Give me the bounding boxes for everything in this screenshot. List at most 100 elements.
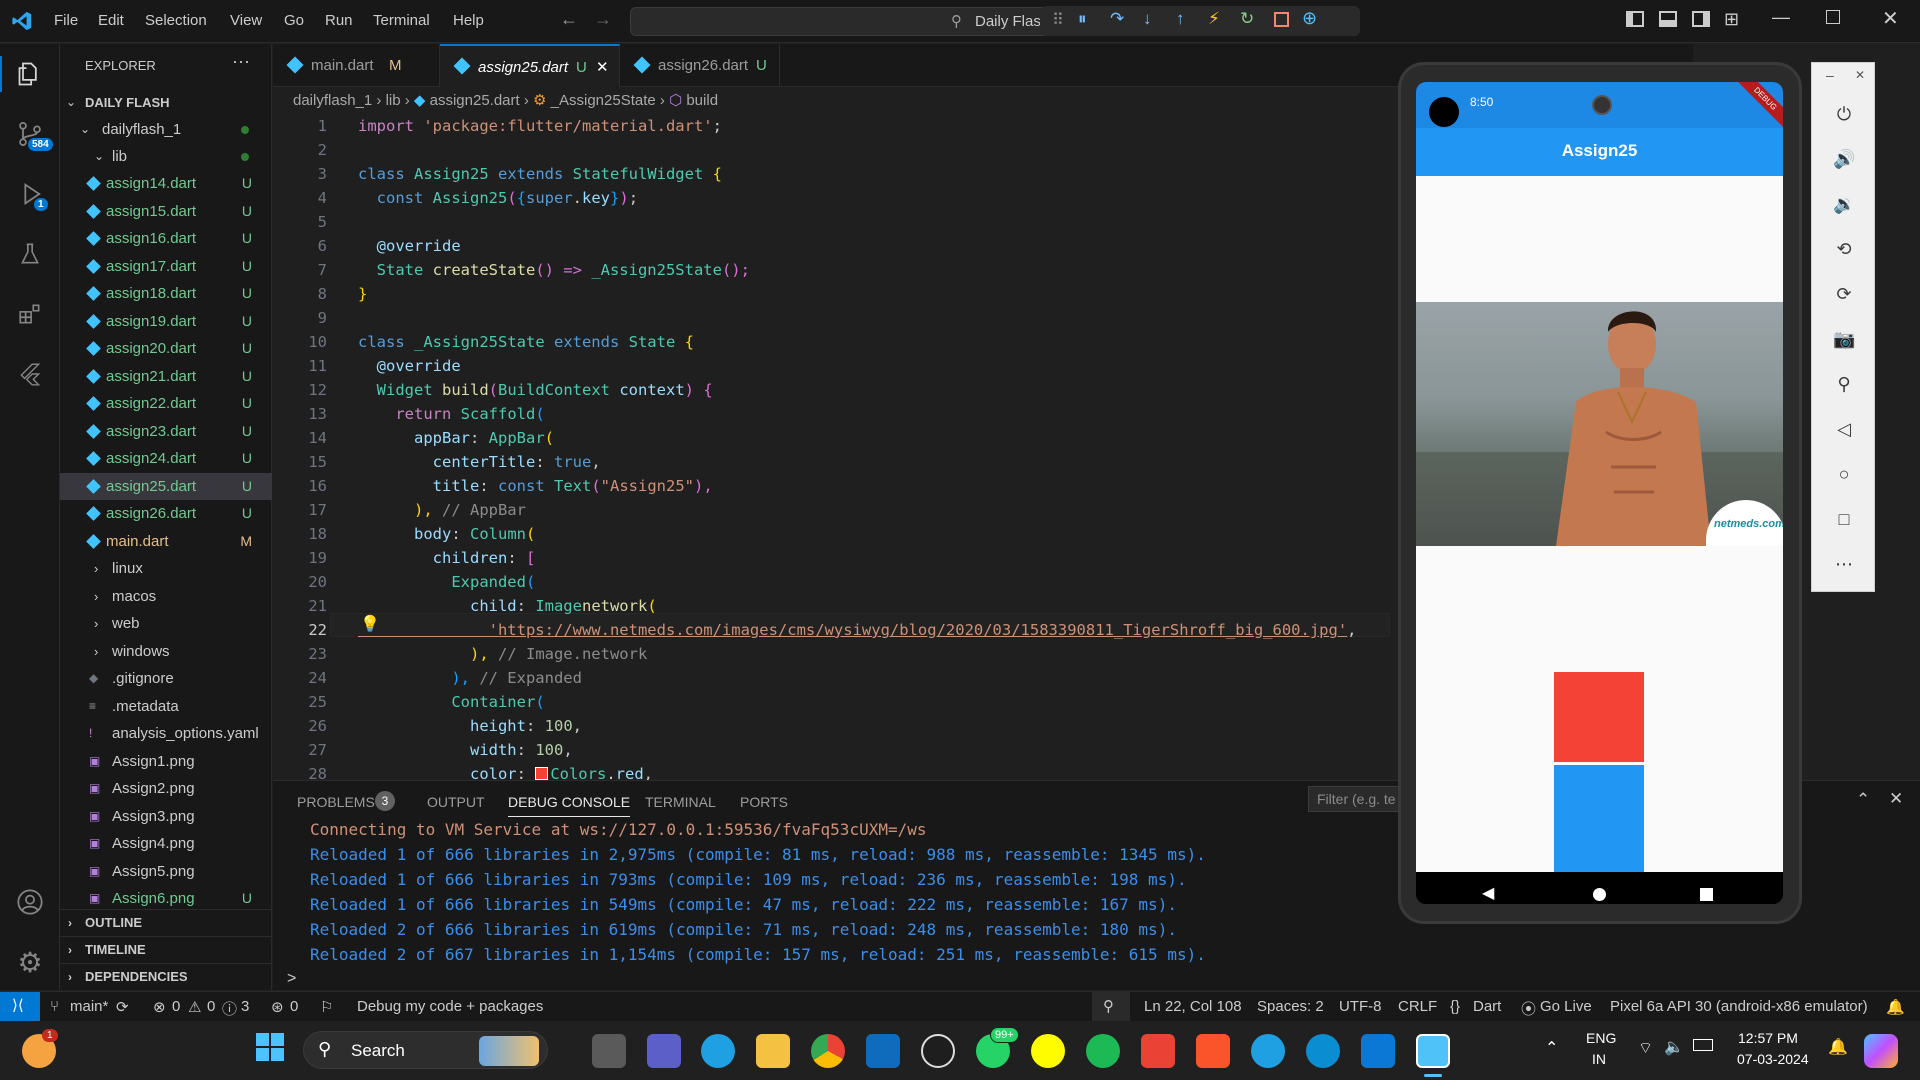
menu-edit[interactable]: Edit <box>98 12 124 29</box>
volume-up-icon[interactable]: 🔊 <box>1833 148 1855 170</box>
code-line-13[interactable]: return Scaffold( <box>358 402 544 426</box>
tab-assign25-dart[interactable]: assign25.dart U ✕ <box>440 44 620 87</box>
clock-time[interactable]: 12:57 PM <box>1738 1030 1798 1046</box>
back-icon[interactable]: ◁ <box>1833 418 1855 440</box>
file-item[interactable]: assign23.dart U <box>60 418 272 445</box>
breadcrumb-item[interactable]: dailyflash_1 <box>293 92 372 109</box>
code-line-19[interactable]: children: [ <box>358 546 536 570</box>
stop-icon[interactable] <box>1274 12 1289 27</box>
menu-go[interactable]: Go <box>284 12 304 29</box>
tab-output[interactable]: OUTPUT <box>427 794 485 810</box>
code-line-24[interactable]: ), // Expanded <box>358 666 582 690</box>
code-line-11[interactable]: @override <box>358 354 461 378</box>
nav-back-icon[interactable]: ◀ <box>1482 883 1494 903</box>
console-prompt[interactable]: > <box>287 970 296 988</box>
file-item[interactable]: assign21.dart U <box>60 363 272 390</box>
info-count[interactable]: 3 <box>241 998 249 1015</box>
rotate-right-icon[interactable]: ⟳ <box>1833 283 1855 305</box>
dell-icon[interactable] <box>921 1034 955 1068</box>
vscode-taskbar-icon[interactable] <box>1361 1034 1395 1068</box>
tray-chevron-icon[interactable]: ⌃ <box>1545 1038 1558 1058</box>
code-line-7[interactable]: State createState() => _Assign25State(); <box>358 258 750 282</box>
edge-icon[interactable] <box>701 1034 735 1068</box>
menu-help[interactable]: Help <box>453 12 484 29</box>
breadcrumb-item[interactable]: build <box>686 92 718 109</box>
edge-dev-icon[interactable] <box>1306 1034 1340 1068</box>
step-over-icon[interactable]: ↷ <box>1110 9 1124 29</box>
snapchat-icon[interactable] <box>1031 1034 1065 1068</box>
overview-icon[interactable]: □ <box>1833 508 1855 530</box>
taskbar-search[interactable]: ⚲ Search <box>303 1031 548 1069</box>
code-line-8[interactable]: } <box>358 282 367 306</box>
teams-icon[interactable] <box>647 1034 681 1068</box>
folder-lib[interactable]: ⌄ lib <box>60 143 272 170</box>
menu-run[interactable]: Run <box>325 12 353 29</box>
home-icon[interactable]: ○ <box>1833 463 1855 485</box>
timeline-section[interactable]: › TIMELINE <box>60 936 272 962</box>
tab-debug-console[interactable]: DEBUG CONSOLE <box>508 794 631 817</box>
restore-icon[interactable] <box>1826 10 1840 24</box>
close-tab-icon[interactable]: ✕ <box>596 46 609 89</box>
spotify-icon[interactable] <box>1086 1034 1120 1068</box>
code-line-17[interactable]: ), // AppBar <box>358 498 526 522</box>
emulator-taskbar-icon[interactable] <box>1416 1034 1450 1068</box>
file-item[interactable]: assign15.dart U <box>60 198 272 225</box>
close-window-icon[interactable]: ✕ <box>1882 6 1899 31</box>
file-item[interactable]: ▣ Assign6.png U <box>60 885 272 912</box>
file-item[interactable]: ▣ Assign4.png <box>60 830 272 857</box>
file-item[interactable]: main.dart M <box>60 528 272 555</box>
notifications-bell-icon[interactable]: 🔔 <box>1886 998 1905 1016</box>
tab-terminal[interactable]: TERMINAL <box>645 794 716 810</box>
language-region[interactable]: IN <box>1592 1051 1606 1067</box>
menu-view[interactable]: View <box>230 12 262 29</box>
branch-name[interactable]: main* <box>70 998 108 1015</box>
folder-item[interactable]: › web <box>60 610 272 637</box>
accounts-icon[interactable] <box>12 884 48 920</box>
run-debug-icon[interactable]: 1 <box>12 176 48 212</box>
code-line-1[interactable]: import 'package:flutter/material.dart'; <box>358 114 722 138</box>
code-line-15[interactable]: centerTitle: true, <box>358 450 601 474</box>
code-line-18[interactable]: body: Column( <box>358 522 535 546</box>
toggle-sidebar-icon[interactable] <box>1626 11 1644 27</box>
code-line-23[interactable]: ), // Image.network <box>358 642 647 666</box>
file-item[interactable]: ◆ .gitignore <box>60 665 272 692</box>
task-view-icon[interactable] <box>592 1034 626 1068</box>
remote-indicator[interactable]: ⟩⟨ <box>0 992 40 1022</box>
file-item[interactable]: assign25.dart U <box>60 472 272 500</box>
toggle-secondary-sidebar-icon[interactable] <box>1692 11 1710 27</box>
more-actions-icon[interactable]: ··· <box>232 51 250 72</box>
ports-count[interactable]: 0 <box>290 998 298 1015</box>
zoom-indicator[interactable]: ⚲ <box>1092 992 1130 1022</box>
line-ending[interactable]: CRLF <box>1398 998 1437 1015</box>
dependencies-section[interactable]: › DEPENDENCIES <box>60 963 272 989</box>
rotate-left-icon[interactable]: ⟲ <box>1833 238 1855 260</box>
customize-layout-icon[interactable]: ⊞ <box>1724 9 1739 30</box>
indentation[interactable]: Spaces: 2 <box>1257 998 1324 1015</box>
device-selector[interactable]: Pixel 6a API 30 (android-x86 emulator) <box>1610 998 1868 1015</box>
power-icon[interactable]: ⏻ <box>1833 103 1855 125</box>
code-line-16[interactable]: title: const Text("Assign25"), <box>358 474 713 498</box>
language-mode[interactable]: Dart <box>1473 998 1501 1015</box>
nav-recents-icon[interactable] <box>1700 888 1713 901</box>
code-line-27[interactable]: width: 100, <box>358 738 573 762</box>
tab-problems[interactable]: PROBLEMS <box>297 794 375 810</box>
close-emulator-icon[interactable]: ✕ <box>1855 68 1865 82</box>
color-swatch[interactable] <box>535 767 549 780</box>
extensions-icon[interactable] <box>12 296 48 332</box>
screenshot-camera-icon[interactable]: 📷 <box>1833 328 1855 350</box>
menu-file[interactable]: File <box>54 12 78 29</box>
folder-item[interactable]: › macos <box>60 583 272 610</box>
file-item[interactable]: ▣ Assign5.png <box>60 858 272 885</box>
code-line-12[interactable]: Widget build(BuildContext context) { <box>358 378 713 402</box>
file-item[interactable]: assign14.dart U <box>60 170 272 197</box>
cursor-position[interactable]: Ln 22, Col 108 <box>1144 998 1242 1015</box>
code-line-25[interactable]: Container( <box>358 690 544 714</box>
devtools-search-icon[interactable]: ⊕ <box>1302 8 1317 29</box>
gmail-icon[interactable] <box>1141 1034 1175 1068</box>
file-item[interactable]: assign20.dart U <box>60 335 272 362</box>
restart-icon[interactable]: ↻ <box>1240 9 1254 29</box>
minimize-emulator-icon[interactable]: – <box>1826 67 1834 83</box>
breadcrumb-item[interactable]: lib <box>386 92 401 109</box>
volume-icon[interactable]: 🔈 <box>1664 1037 1684 1057</box>
tab-assign26-dart[interactable]: assign26.dart U <box>620 44 780 87</box>
